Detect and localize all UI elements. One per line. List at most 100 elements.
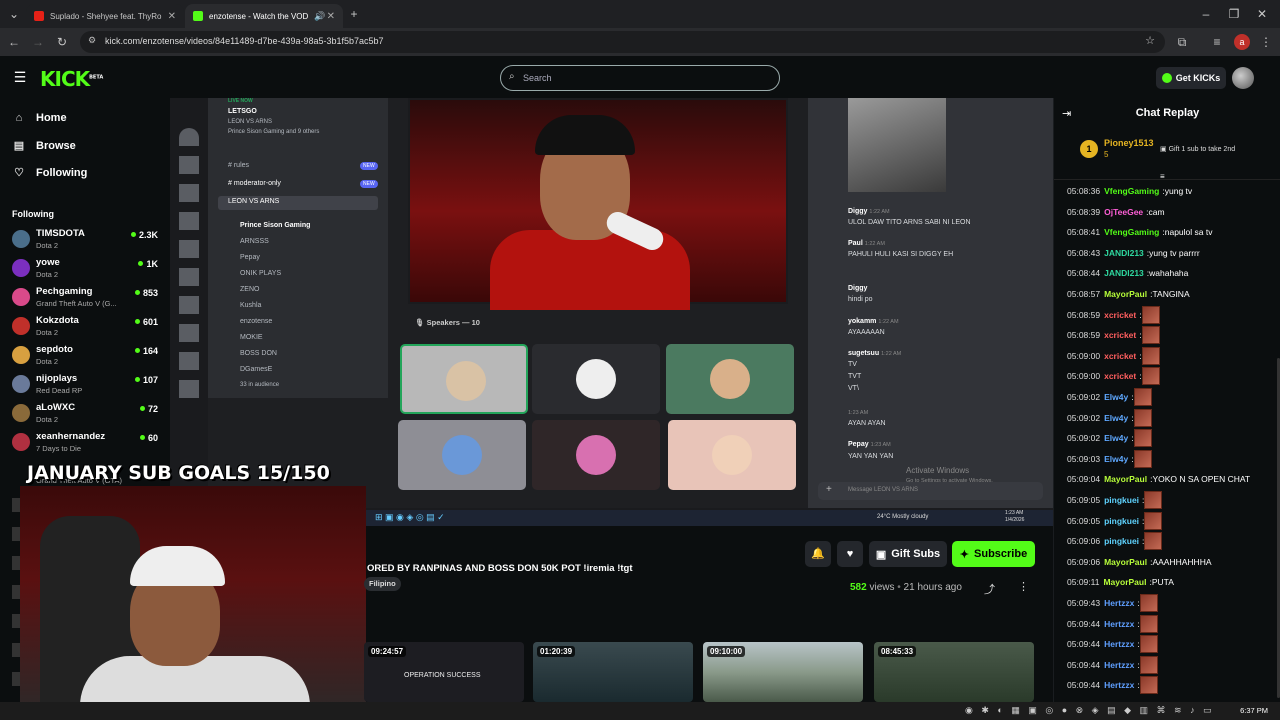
minimize-icon[interactable]: –: [1198, 6, 1214, 22]
chat-username[interactable]: MayorPaul: [1104, 474, 1147, 484]
menu-kebab-icon[interactable]: ⋮: [1258, 34, 1274, 50]
chat-username[interactable]: xcricket: [1104, 351, 1136, 361]
more-options-icon[interactable]: ⋮: [1018, 580, 1029, 593]
maximize-icon[interactable]: ❐: [1226, 6, 1242, 22]
chat-emote-icon[interactable]: [1141, 305, 1160, 324]
close-tab-icon[interactable]: ✕: [327, 11, 335, 22]
chat-emote-icon[interactable]: [1144, 491, 1163, 509]
nav-home[interactable]: ⌂ Home: [12, 112, 67, 124]
user-avatar[interactable]: [1232, 67, 1254, 89]
message-author[interactable]: Paul: [848, 240, 863, 247]
chat-emote-icon[interactable]: [1139, 614, 1158, 633]
followed-channel[interactable]: nijoplays Red Dead RP 107: [10, 371, 162, 399]
chat-emote-icon[interactable]: [1133, 408, 1152, 427]
chat-username[interactable]: OjTeeGee: [1104, 207, 1143, 217]
voice-user[interactable]: ARNSSS: [240, 238, 269, 245]
reload-icon[interactable]: ↻: [54, 34, 70, 50]
vod-thumbnail[interactable]: 01:20:39: [533, 642, 693, 702]
profile-avatar[interactable]: a: [1234, 34, 1250, 50]
voice-user[interactable]: Prince Sison Gaming: [240, 222, 310, 229]
chat-emote-icon[interactable]: [1133, 429, 1152, 448]
chat-emote-icon[interactable]: [1141, 326, 1160, 345]
followed-channel[interactable]: TIMSDOTA Dota 2 2.3K: [10, 226, 162, 254]
followed-channel[interactable]: Pechgaming Grand Theft Auto V (G... 853: [10, 284, 162, 312]
chat-username[interactable]: xcricket: [1104, 371, 1136, 381]
chat-username[interactable]: JANDI213: [1104, 268, 1144, 278]
tab-enzotense[interactable]: enzotense - Watch the VOD 🔊 ✕: [185, 4, 343, 28]
chat-username[interactable]: MayorPaul: [1104, 557, 1147, 567]
chat-username[interactable]: Elw4y: [1104, 454, 1128, 464]
vod-thumbnail[interactable]: 09:10:00: [703, 642, 863, 702]
add-attachment-icon[interactable]: +: [826, 484, 832, 495]
subscribe-button[interactable]: ✦ Subscribe: [952, 541, 1035, 567]
get-kicks-button[interactable]: Get KICKs: [1156, 67, 1226, 89]
message-author[interactable]: Pepay: [848, 441, 869, 448]
gift-leaderboard[interactable]: 1 Pioney1513 5 ▣ Gift 1 sub to take 2nd: [1076, 136, 1271, 172]
close-window-icon[interactable]: ✕: [1254, 6, 1270, 22]
voice-user[interactable]: ONIK PLAYS: [240, 270, 281, 277]
chat-username[interactable]: pingkuei: [1104, 495, 1139, 505]
chat-emote-icon[interactable]: [1144, 511, 1163, 530]
speaker-tile[interactable]: [666, 344, 794, 414]
voice-user[interactable]: Kushla: [240, 302, 261, 309]
chat-emote-icon[interactable]: [1133, 449, 1152, 468]
channel-item-active[interactable]: LEON VS ARNS: [218, 196, 378, 210]
followed-channel[interactable]: Kokzdota Dota 2 601: [10, 313, 162, 341]
chat-emote-icon[interactable]: [1139, 676, 1158, 695]
bookmark-star-icon[interactable]: ☆: [1145, 34, 1155, 47]
follow-heart-button[interactable]: ♥: [837, 541, 863, 567]
chat-username[interactable]: MayorPaul: [1103, 577, 1146, 587]
chat-emote-icon[interactable]: [1139, 594, 1158, 612]
chat-username[interactable]: Elw4y: [1104, 413, 1128, 423]
chat-username[interactable]: xcricket: [1104, 330, 1136, 340]
media-controls-icon[interactable]: ≡: [1209, 34, 1225, 50]
chat-emote-icon[interactable]: [1141, 346, 1160, 365]
system-clock[interactable]: 6:37 PM: [1240, 706, 1268, 715]
followed-channel[interactable]: aLoWXC Dota 2 72: [10, 400, 162, 428]
nav-browse[interactable]: ▤ Browse: [12, 139, 76, 153]
back-icon[interactable]: ←: [6, 34, 22, 50]
chat-username[interactable]: Elw4y: [1104, 433, 1128, 443]
voice-user[interactable]: DGamesE: [240, 366, 272, 373]
voice-user[interactable]: ZENO: [240, 286, 259, 293]
chat-username[interactable]: xcricket: [1104, 310, 1136, 320]
channel-item[interactable]: # rules: [228, 162, 249, 169]
chat-username[interactable]: JANDI213: [1104, 248, 1144, 258]
speaker-tile[interactable]: [532, 344, 660, 414]
share-icon[interactable]: ⤴: [984, 581, 995, 597]
voice-user[interactable]: enzotense: [240, 318, 272, 325]
close-tab-icon[interactable]: ✕: [168, 11, 176, 22]
channel-item[interactable]: # moderator-only: [228, 180, 281, 187]
chat-username[interactable]: pingkuei: [1104, 536, 1139, 546]
chat-emote-icon[interactable]: [1141, 367, 1160, 386]
discord-message-input[interactable]: + Message LEON VS ARNS: [818, 482, 1043, 500]
audio-icon[interactable]: 🔊: [314, 11, 325, 22]
message-author[interactable]: Diggy: [848, 208, 867, 215]
chat-emote-icon[interactable]: [1139, 635, 1158, 654]
chat-username[interactable]: Hertzzx: [1104, 598, 1134, 608]
voice-user[interactable]: MOKIE: [240, 334, 263, 341]
gift-sub-cta[interactable]: ▣ Gift 1 sub to take 2nd: [1160, 145, 1235, 153]
speaker-tile[interactable]: [398, 420, 526, 490]
system-tray-icons[interactable]: ◉ ✱ ◐ ▦ ▣ ◎ ● ⊗ ◈ ▤ ◆ ▥ ⌘ ≋ ♪ ▭: [965, 705, 1215, 716]
speaker-tile[interactable]: [400, 344, 528, 414]
chat-username[interactable]: Hertzzx: [1104, 660, 1134, 670]
message-author[interactable]: yokamm: [848, 318, 876, 325]
extensions-icon[interactable]: ⧉: [1174, 34, 1190, 50]
voice-user[interactable]: Pepay: [240, 254, 260, 261]
chat-emote-icon[interactable]: [1133, 388, 1152, 406]
hamburger-menu-icon[interactable]: ☰: [12, 69, 28, 85]
video-player[interactable]: LIVE NOW LETSGO LEON VS ARNS Prince Siso…: [170, 98, 1053, 510]
voice-user[interactable]: BOSS DON: [240, 350, 277, 357]
kick-logo[interactable]: KICKBETA: [40, 67, 103, 91]
gift-subs-button[interactable]: ▣ Gift Subs: [869, 541, 947, 567]
speaker-tile[interactable]: [668, 420, 796, 490]
chat-username[interactable]: Elw4y: [1104, 392, 1128, 402]
message-author[interactable]: sugetsuu: [848, 350, 879, 357]
search-input[interactable]: ⌕ Search: [500, 65, 780, 91]
followed-channel[interactable]: yowe Dota 2 1K: [10, 255, 162, 283]
language-tag[interactable]: Filipino: [364, 577, 401, 591]
followed-channel[interactable]: sepdoto Dota 2 164: [10, 342, 162, 370]
chat-username[interactable]: VfengGaming: [1104, 227, 1159, 237]
vod-thumbnail[interactable]: 08:45:33: [874, 642, 1034, 702]
